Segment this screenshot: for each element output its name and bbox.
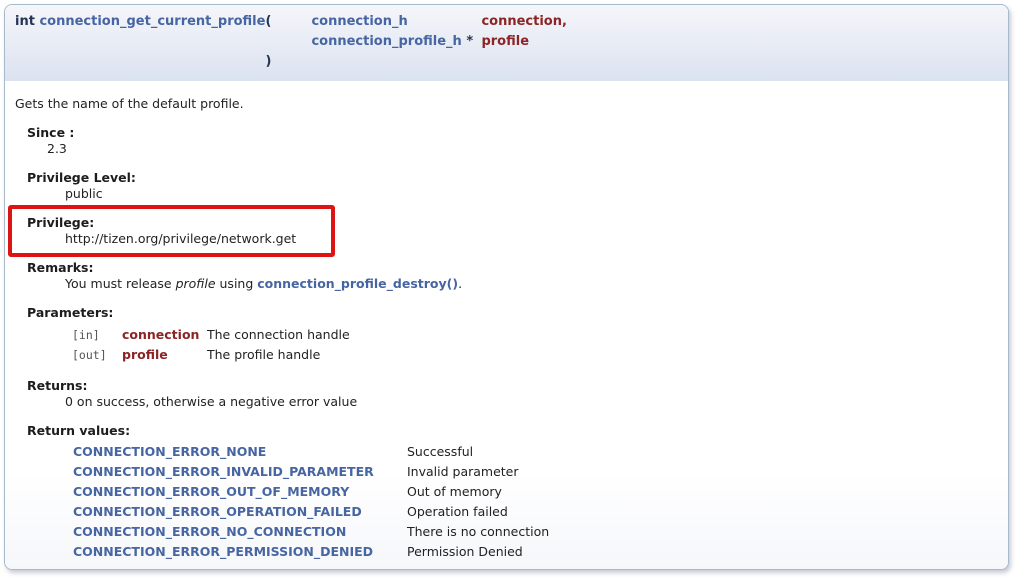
param-name: profile <box>481 32 566 52</box>
param-direction: [in] <box>72 325 122 345</box>
param-description: The profile handle <box>207 345 350 365</box>
param-type-link-connection-profile-h[interactable]: connection_profile_h <box>311 34 461 49</box>
param-row: [out] profile The profile handle <box>72 345 350 365</box>
param-direction: [out] <box>72 345 122 365</box>
signature-table: int connection_get_current_profile ( con… <box>15 12 567 72</box>
error-code-link-invalid-parameter[interactable]: CONNECTION_ERROR_INVALID_PARAMETER <box>73 464 374 479</box>
param-name: connection, <box>481 12 566 32</box>
error-description: Invalid parameter <box>407 462 549 482</box>
error-description: Permission Denied <box>407 542 549 562</box>
privilege-level-title: Privilege Level: <box>27 170 998 186</box>
return-value-row: CONNECTION_ERROR_PERMISSION_DENIED Permi… <box>73 542 549 562</box>
section-return-values: Return values: CONNECTION_ERROR_NONE Suc… <box>27 423 998 562</box>
param-name: profile <box>122 345 207 365</box>
open-paren: ( <box>265 12 311 32</box>
return-values-title: Return values: <box>27 423 998 439</box>
parameters-table: [in] connection The connection handle [o… <box>72 325 350 365</box>
error-code-link-out-of-memory[interactable]: CONNECTION_ERROR_OUT_OF_MEMORY <box>73 484 349 499</box>
return-value-row: CONNECTION_ERROR_OUT_OF_MEMORY Out of me… <box>73 482 549 502</box>
error-code-link-no-connection[interactable]: CONNECTION_ERROR_NO_CONNECTION <box>73 524 346 539</box>
return-value-row: CONNECTION_ERROR_INVALID_PARAMETER Inval… <box>73 462 549 482</box>
remarks-title: Remarks: <box>27 260 998 276</box>
remarks-emphasis: profile <box>176 276 216 291</box>
section-parameters: Parameters: [in] connection The connecti… <box>27 305 998 365</box>
function-name-cell: int connection_get_current_profile <box>15 12 265 32</box>
pointer-star: * <box>466 34 473 49</box>
param-type-cell: connection_h <box>311 12 481 32</box>
privilege-title: Privilege: <box>27 215 998 231</box>
parameters-title: Parameters: <box>27 305 998 321</box>
remarks-text-after: . <box>458 276 462 291</box>
close-paren: ) <box>265 52 311 72</box>
error-description: Operation failed <box>407 502 549 522</box>
function-name-link[interactable]: connection_get_current_profile <box>39 14 265 29</box>
error-description: Out of memory <box>407 482 549 502</box>
error-description: There is no connection <box>407 522 549 542</box>
section-privilege-level: Privilege Level: public <box>27 170 998 202</box>
return-value-row: CONNECTION_ERROR_NONE Successful <box>73 442 549 462</box>
signature-row-2: connection_profile_h * profile <box>15 32 567 52</box>
error-code-link-permission-denied[interactable]: CONNECTION_ERROR_PERMISSION_DENIED <box>73 544 373 559</box>
since-value: 2.3 <box>47 141 998 157</box>
privilege-value: http://tizen.org/privilege/network.get <box>65 231 998 247</box>
remarks-text-before: You must release <box>65 276 176 291</box>
section-remarks: Remarks: You must release profile using … <box>27 260 998 292</box>
signature-row-3: ) <box>15 52 567 72</box>
function-doc-card: int connection_get_current_profile ( con… <box>4 4 1009 570</box>
section-returns: Returns: 0 on success, otherwise a negat… <box>27 378 998 410</box>
remarks-text-middle: using <box>216 276 258 291</box>
brief-description: Gets the name of the default profile. <box>15 96 998 112</box>
returns-value: 0 on success, otherwise a negative error… <box>65 394 998 410</box>
since-title: Since : <box>27 125 998 141</box>
return-value-row: CONNECTION_ERROR_NO_CONNECTION There is … <box>73 522 549 542</box>
section-since: Since : 2.3 <box>27 125 998 157</box>
section-privilege: Privilege: http://tizen.org/privilege/ne… <box>27 215 998 247</box>
param-row: [in] connection The connection handle <box>72 325 350 345</box>
function-doc-body: Gets the name of the default profile. Si… <box>5 81 1008 570</box>
param-type-cell: connection_profile_h * <box>311 32 481 52</box>
remarks-text: You must release profile using connectio… <box>65 276 998 292</box>
privilege-level-value: public <box>65 186 998 202</box>
return-type: int <box>15 14 35 29</box>
error-code-link-operation-failed[interactable]: CONNECTION_ERROR_OPERATION_FAILED <box>73 504 362 519</box>
return-values-table: CONNECTION_ERROR_NONE Successful CONNECT… <box>73 442 549 562</box>
function-signature: int connection_get_current_profile ( con… <box>5 5 1008 81</box>
destroy-function-link[interactable]: connection_profile_destroy() <box>257 276 458 291</box>
param-name: connection <box>122 325 207 345</box>
param-description: The connection handle <box>207 325 350 345</box>
error-code-link-none[interactable]: CONNECTION_ERROR_NONE <box>73 444 266 459</box>
signature-row-1: int connection_get_current_profile ( con… <box>15 12 567 32</box>
returns-title: Returns: <box>27 378 998 394</box>
param-type-link-connection-h[interactable]: connection_h <box>311 14 407 29</box>
return-value-row: CONNECTION_ERROR_OPERATION_FAILED Operat… <box>73 502 549 522</box>
error-description: Successful <box>407 442 549 462</box>
